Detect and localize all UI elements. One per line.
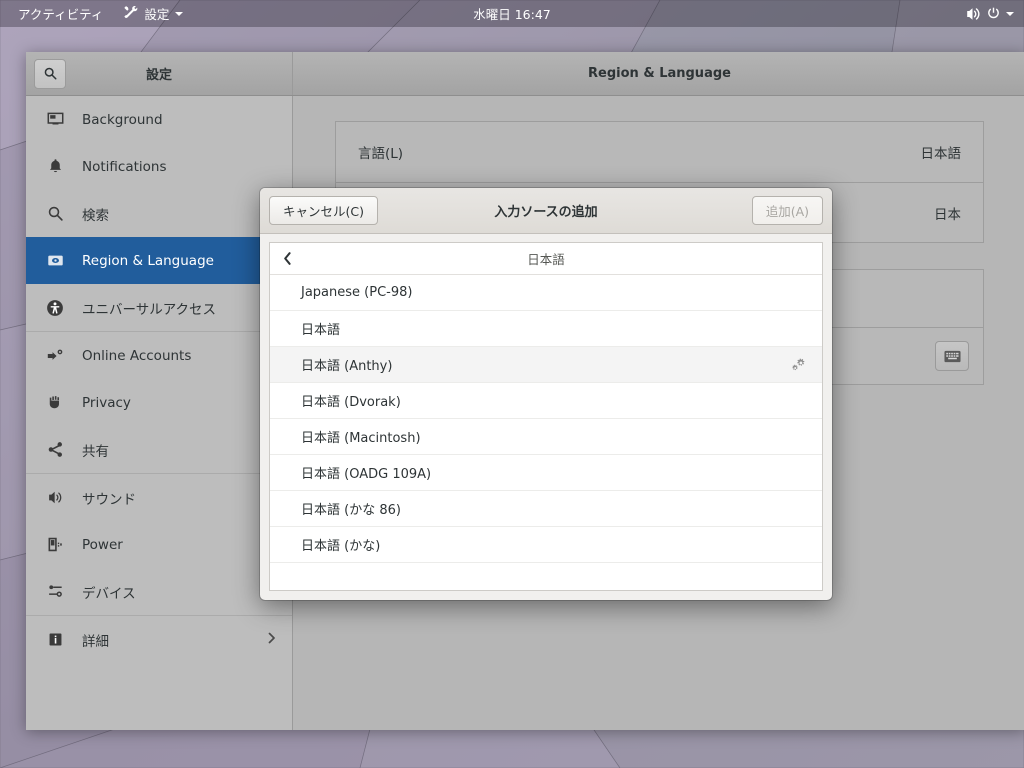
- sidebar-item-label: Region & Language: [82, 252, 214, 269]
- list-item-label: 日本語 (かな 86): [301, 503, 401, 518]
- sidebar-item-notifications[interactable]: Notifications: [26, 143, 292, 190]
- list-item[interactable]: 日本語: [270, 311, 822, 347]
- chevron-down-icon: [1006, 11, 1014, 16]
- bell-icon: [44, 158, 66, 175]
- sidebar-item-label: 詳細: [82, 633, 109, 650]
- sidebar-item-region-language[interactable]: Region & Language: [26, 237, 292, 284]
- hand-icon: [44, 394, 66, 411]
- list-item[interactable]: Japanese (PC-98): [270, 275, 822, 311]
- power-icon: [986, 6, 1001, 21]
- cancel-button[interactable]: キャンセル(C): [269, 196, 378, 225]
- online-accounts-icon: [44, 347, 66, 365]
- chevron-left-icon[interactable]: [270, 251, 293, 266]
- list-item-label: 日本語 (OADG 109A): [301, 467, 432, 482]
- accessibility-icon: [44, 299, 66, 317]
- sidebar-item-devices[interactable]: デバイス: [26, 568, 292, 615]
- sidebar-item-label: Notifications: [82, 158, 167, 175]
- keyboard-icon: [943, 350, 961, 362]
- battery-plug-icon: [44, 536, 66, 553]
- language-row-label: 言語(L): [358, 146, 404, 162]
- chevron-right-icon: [266, 631, 278, 649]
- speaker-icon: [44, 489, 66, 506]
- list-item[interactable]: 日本語 (Anthy): [270, 347, 822, 383]
- sidebar-item-online-accounts[interactable]: Online Accounts: [26, 332, 292, 379]
- list-item[interactable]: 日本語 (Macintosh): [270, 419, 822, 455]
- list-item[interactable]: 日本語 (かな 86): [270, 491, 822, 527]
- activities-label: アクティビティ: [18, 7, 104, 22]
- keyboard-layout-button[interactable]: [935, 341, 969, 371]
- sidebar-item-details[interactable]: 詳細: [26, 616, 292, 663]
- sidebar-item-search[interactable]: 検索: [26, 190, 292, 237]
- sidebar-item-power[interactable]: Power: [26, 521, 292, 568]
- sidebar-item-label: Privacy: [82, 394, 131, 411]
- add-button[interactable]: 追加(A): [751, 196, 823, 225]
- list-item-label: 日本語 (かな): [301, 539, 381, 554]
- list-item[interactable]: 日本語 (Dvorak): [270, 383, 822, 419]
- clock-button[interactable]: 水曜日 16:47: [465, 1, 559, 26]
- sidebar-item-label: サウンド: [82, 491, 136, 508]
- sidebar-item-sound[interactable]: サウンド: [26, 474, 292, 521]
- sidebar-item-sharing[interactable]: 共有: [26, 426, 292, 473]
- add-input-source-dialog: キャンセル(C) 入力ソースの追加 追加(A) 日本語 Japanese (PC…: [260, 188, 832, 600]
- sidebar-item-universal-access[interactable]: ユニバーサルアクセス: [26, 284, 292, 331]
- settings-sidebar: Background Notifications 検索 Region & Lan…: [26, 96, 293, 730]
- list-back-label: 日本語: [527, 252, 565, 267]
- sidebar-item-privacy[interactable]: Privacy: [26, 379, 292, 426]
- share-icon: [44, 441, 66, 458]
- topbar-left-group: アクティビティ 設定: [0, 1, 191, 26]
- sidebar-header: 設定: [26, 52, 293, 95]
- globe-flag-icon: [44, 252, 66, 269]
- sidebar-item-background[interactable]: Background: [26, 96, 292, 143]
- content-title: Region & Language: [588, 66, 731, 81]
- sidebar-item-label: 検索: [82, 207, 109, 224]
- preferences-gear-icon[interactable]: [791, 356, 808, 373]
- sidebar-item-label: Online Accounts: [82, 347, 192, 364]
- chevron-down-icon: [175, 11, 184, 16]
- list-item-label: 日本語 (Macintosh): [301, 431, 421, 446]
- formats-row-value: 日本: [934, 206, 961, 223]
- monitor-icon: [44, 111, 66, 128]
- search-icon: [44, 67, 56, 80]
- list-item-label: Japanese (PC-98): [301, 285, 413, 300]
- input-source-list: 日本語 Japanese (PC-98) 日本語 日本語 (Anthy) 日本語…: [269, 242, 823, 591]
- list-empty-space: [270, 563, 822, 590]
- list-item-label: 日本語: [301, 323, 341, 338]
- language-row[interactable]: 言語(L) 日本語: [336, 122, 983, 182]
- clock-label: 水曜日 16:47: [473, 7, 551, 22]
- activities-button[interactable]: アクティビティ: [10, 1, 111, 26]
- settings-tools-icon: [123, 5, 138, 23]
- volume-icon: [965, 6, 981, 22]
- language-row-value: 日本語: [920, 146, 962, 162]
- search-button[interactable]: [34, 58, 66, 89]
- sidebar-item-label: デバイス: [82, 585, 136, 602]
- list-item-label: 日本語 (Dvorak): [301, 395, 401, 410]
- app-menu-label: 設定: [144, 7, 170, 22]
- list-item[interactable]: 日本語 (かな): [270, 527, 822, 563]
- sidebar-item-label: Background: [82, 111, 163, 128]
- list-item[interactable]: 日本語 (OADG 109A): [270, 455, 822, 491]
- app-menu-button[interactable]: 設定: [115, 1, 191, 26]
- list-back-row[interactable]: 日本語: [270, 243, 822, 275]
- sidebar-item-label: 共有: [82, 443, 109, 460]
- list-item-label: 日本語 (Anthy): [301, 359, 393, 374]
- sidebar-item-label: Power: [82, 536, 123, 553]
- info-icon: [44, 631, 66, 648]
- window-header-bar: 設定 Region & Language: [26, 52, 1024, 96]
- dialog-header: キャンセル(C) 入力ソースの追加 追加(A): [260, 188, 832, 234]
- search-icon: [44, 205, 66, 222]
- gnome-top-bar: アクティビティ 設定 水曜日 16:47: [0, 0, 1024, 27]
- sidebar-item-label: ユニバーサルアクセス: [82, 301, 217, 318]
- topbar-status-area[interactable]: [965, 6, 1024, 22]
- devices-icon: [44, 583, 66, 600]
